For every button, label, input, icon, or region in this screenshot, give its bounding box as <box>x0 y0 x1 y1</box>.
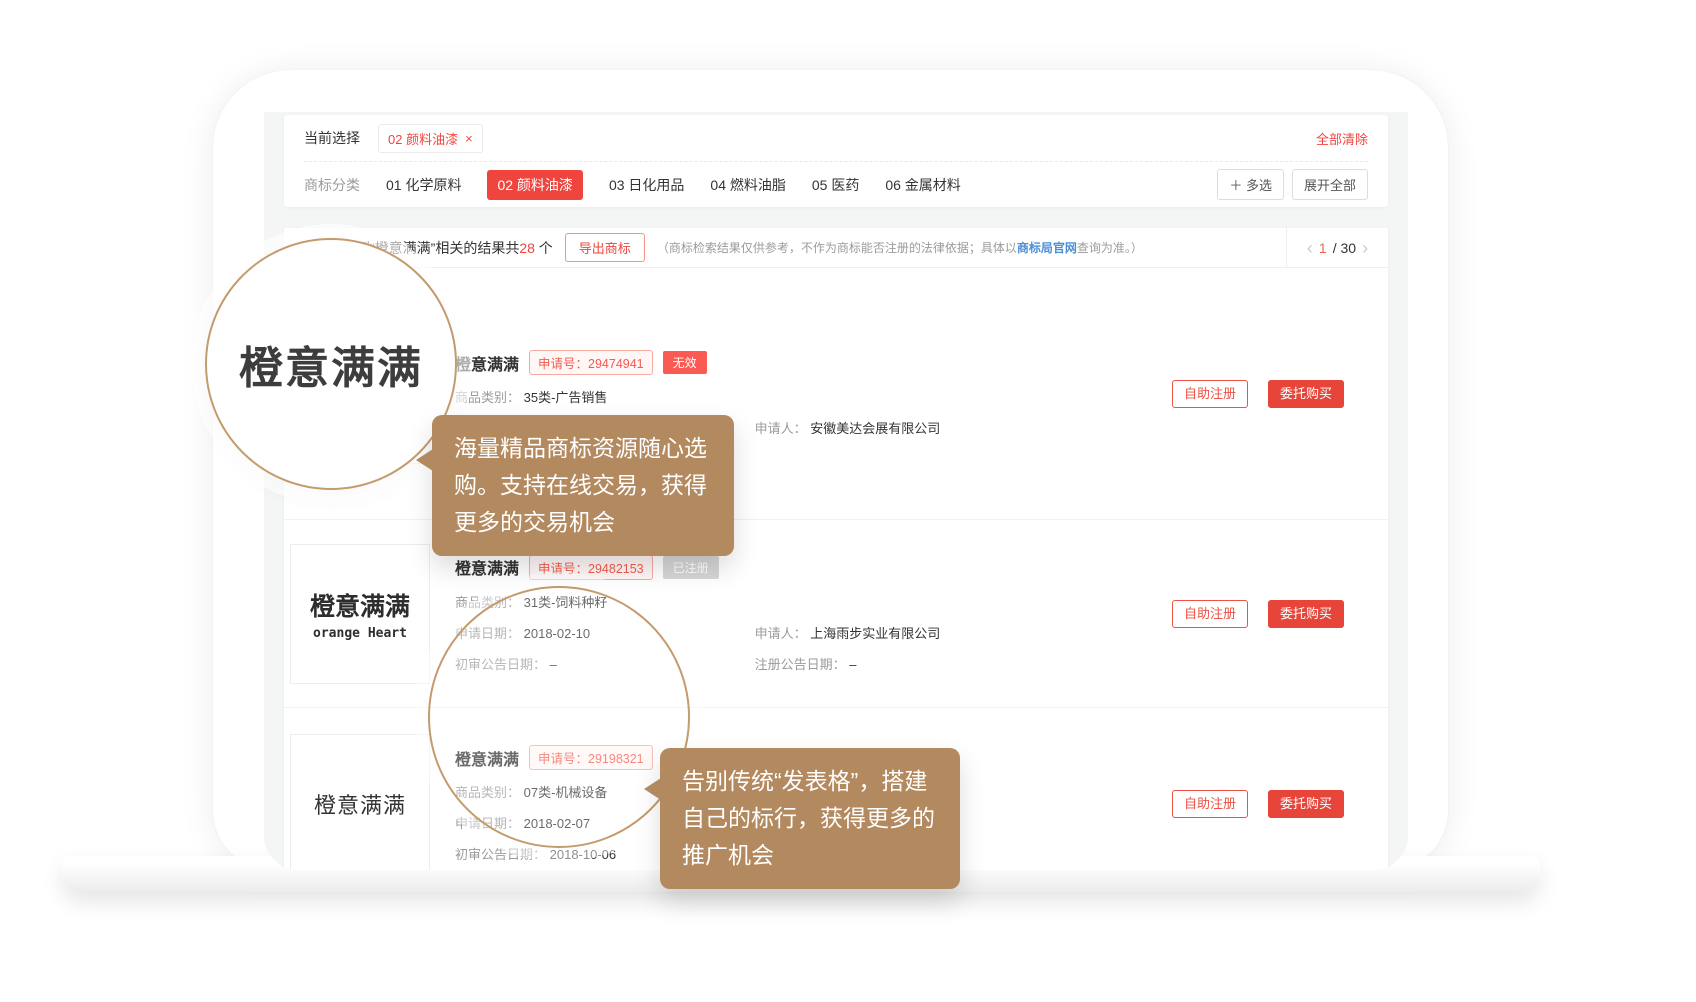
trademark-image-text: 橙意满满 <box>314 788 406 820</box>
applicant-value: 安徽美达会展有限公司 <box>810 421 940 436</box>
callout-bubble-promotion: 告别传统“发表格”，搭建 自己的标行，获得更多的 推广机会 <box>660 748 960 889</box>
applicant-label: 申请人： <box>755 421 807 436</box>
trademark-image-subtext: orange Heart <box>313 626 407 641</box>
trademark-office-link[interactable]: 商标局官网 <box>1017 241 1077 255</box>
selected-filter-tag[interactable]: 02 颜料油漆 × <box>378 124 483 153</box>
row-actions-2: 自助注册 委托购买 <box>1172 600 1344 628</box>
magnifier-circle-2 <box>428 586 690 848</box>
trademark-image-2[interactable]: 橙意满满 orange Heart <box>290 544 430 684</box>
trademark-image-text: 橙意满满 <box>310 587 410 623</box>
disclaimer-post: 查询为准。） <box>1077 241 1143 255</box>
status-badge-registered: 已注册 <box>663 556 719 579</box>
category-03[interactable]: 03 日化用品 <box>609 175 684 195</box>
category-06[interactable]: 06 金属材料 <box>885 175 960 195</box>
current-selection-row: 当前选择 02 颜料油漆 × 全部清除 <box>284 115 1388 161</box>
category-row: 商标分类 01 化学原料 02 颜料油漆 03 日化用品 04 燃料油脂 05 … <box>284 162 1388 207</box>
filter-panel: 当前选择 02 颜料油漆 × 全部清除 商标分类 01 化学原料 02 颜料油漆… <box>284 115 1388 207</box>
selected-filter-tag-label: 02 颜料油漆 <box>388 129 458 148</box>
trademark-name[interactable]: 橙意满满 <box>455 555 519 579</box>
trademark-image-3[interactable]: 橙意满满 <box>290 734 430 870</box>
entrust-buy-button[interactable]: 委托购买 <box>1268 790 1344 818</box>
disclaimer-pre: （商标检索结果仅供参考，不作为商标能否注册的法律依据；具体以 <box>657 241 1017 255</box>
status-badge-invalid: 无效 <box>663 351 707 374</box>
current-page: 1 <box>1319 240 1327 256</box>
row-actions-3: 自助注册 委托购买 <box>1172 790 1344 818</box>
results-count-suffix: 个 <box>535 240 553 256</box>
self-register-button[interactable]: 自助注册 <box>1172 600 1248 628</box>
category-tools: ＋ 多选 展开全部 <box>1217 169 1368 200</box>
remove-filter-icon[interactable]: × <box>465 131 473 146</box>
total-pages: / 30 <box>1333 240 1356 256</box>
row-actions-1: 自助注册 委托购买 <box>1172 380 1344 408</box>
entrust-buy-button[interactable]: 委托购买 <box>1268 380 1344 408</box>
registration-publication-value: – <box>849 657 856 672</box>
self-register-button[interactable]: 自助注册 <box>1172 790 1248 818</box>
expand-all-button[interactable]: 展开全部 <box>1292 169 1368 200</box>
results-header: 为您检索到“橙意满满”相关的结果共28 个 导出商标 （商标检索结果仅供参考，不… <box>284 228 1388 268</box>
application-number-tag: 申请号：29474941 <box>529 350 653 375</box>
export-trademarks-button[interactable]: 导出商标 <box>565 233 645 262</box>
callout-bubble-marketplace: 海量精品商标资源随心选 购。支持在线交易，获得 更多的交易机会 <box>432 415 734 556</box>
self-register-button[interactable]: 自助注册 <box>1172 380 1248 408</box>
application-number-tag: 申请号：29482153 <box>529 555 653 580</box>
pagination: ‹ 1 / 30 › <box>1286 228 1388 267</box>
next-page-icon[interactable]: › <box>1362 239 1368 257</box>
results-disclaimer: （商标检索结果仅供参考，不作为商标能否注册的法律依据；具体以商标局官网查询为准。… <box>657 239 1143 256</box>
multi-select-button[interactable]: ＋ 多选 <box>1217 169 1284 200</box>
trademark-name[interactable]: 橙意满满 <box>455 351 519 375</box>
first-publication-value: 2018-10-06 <box>550 847 617 862</box>
category-02-selected[interactable]: 02 颜料油漆 <box>487 170 582 200</box>
category-row-label: 商标分类 <box>304 175 360 195</box>
category-04[interactable]: 04 燃料油脂 <box>710 175 785 195</box>
category-label: 商品类别： <box>455 390 520 405</box>
category-value: 35类-广告销售 <box>524 390 608 405</box>
entrust-buy-button[interactable]: 委托购买 <box>1268 600 1344 628</box>
prev-page-icon[interactable]: ‹ <box>1307 239 1313 257</box>
results-header-left: 为您检索到“橙意满满”相关的结果共28 个 导出商标 （商标检索结果仅供参考，不… <box>284 228 1286 267</box>
first-publication-label: 初审公告日期： <box>455 847 546 862</box>
applicant-label: 申请人： <box>755 626 807 641</box>
registration-publication-label: 注册公告日期： <box>755 657 846 672</box>
applicant-value: 上海雨步实业有限公司 <box>810 626 940 641</box>
category-05[interactable]: 05 医药 <box>812 175 859 195</box>
magnified-trademark-text: 橙意满满 <box>239 332 423 396</box>
current-selection-label: 当前选择 <box>304 128 360 148</box>
category-01[interactable]: 01 化学原料 <box>386 175 461 195</box>
clear-all-link[interactable]: 全部清除 <box>1316 129 1368 148</box>
results-count-number: 28 <box>519 240 535 256</box>
